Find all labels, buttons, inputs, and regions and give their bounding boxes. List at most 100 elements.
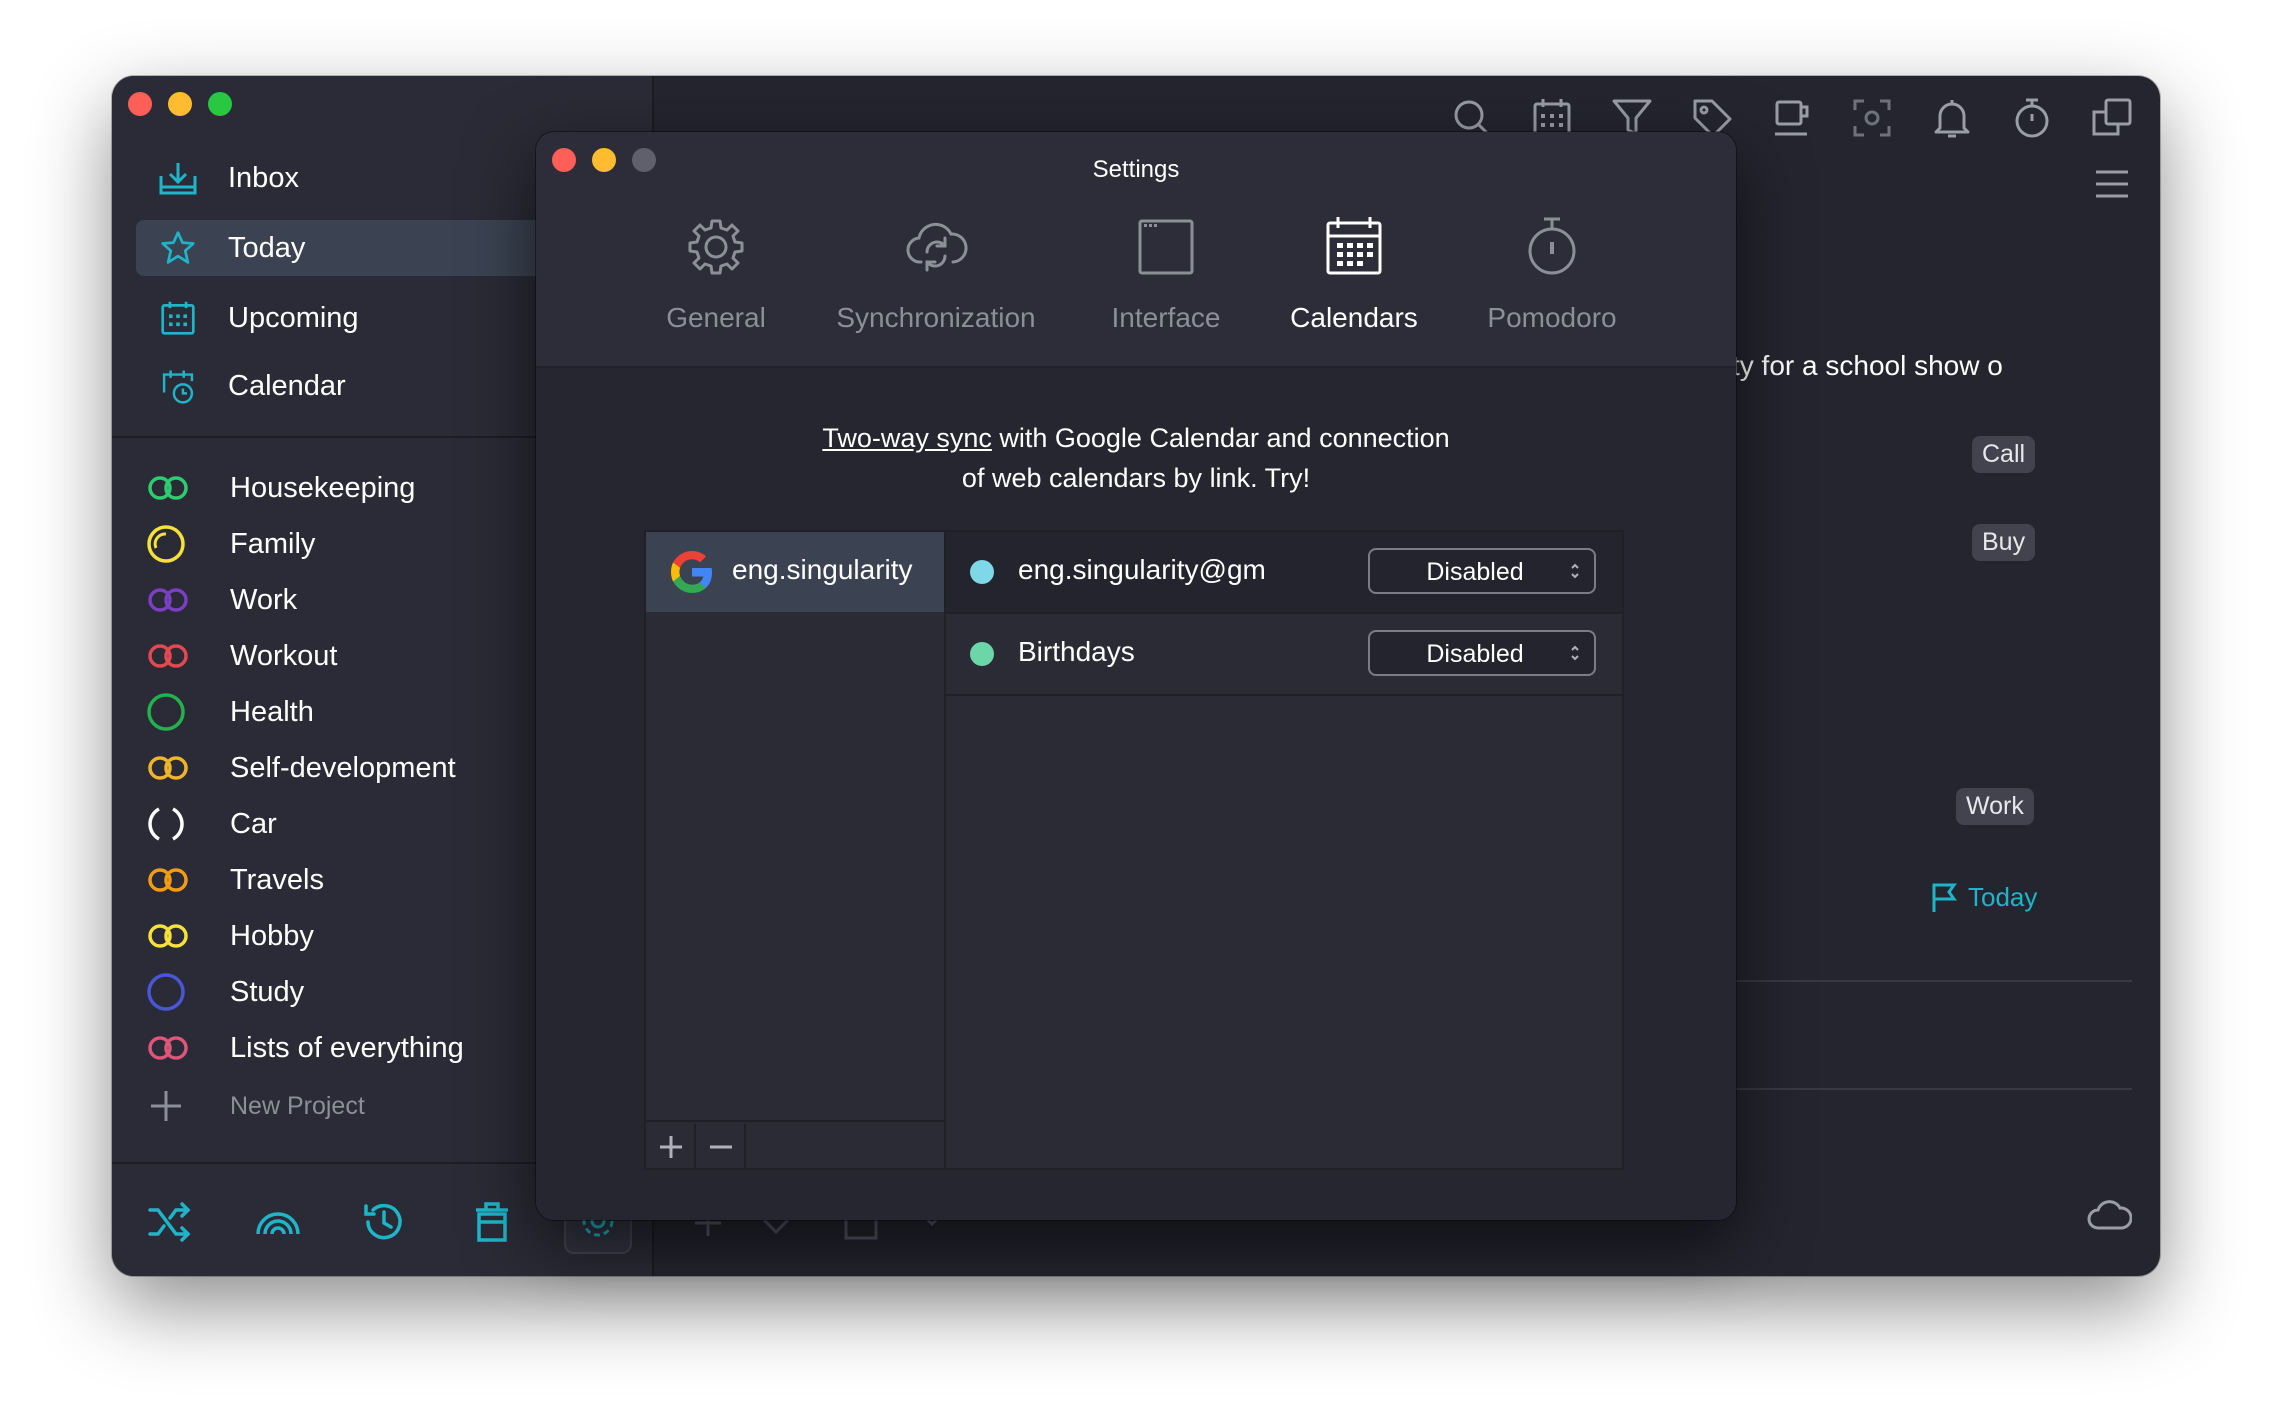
project-label: Family: [230, 528, 316, 560]
double-ring-icon: [148, 868, 188, 892]
tab-pomodoro[interactable]: Pomodoro: [1464, 214, 1640, 364]
google-icon: [671, 551, 712, 593]
window-icon: [1138, 219, 1194, 275]
tab-label: Calendars: [1290, 302, 1418, 333]
accounts-list: eng.singularity: [644, 530, 946, 1170]
calendar-grid-icon: [161, 301, 195, 335]
flag-icon: [1932, 883, 1957, 912]
focus-icon[interactable]: [1850, 96, 1894, 140]
tag-work[interactable]: Work: [1956, 788, 2034, 825]
tab-interface[interactable]: Interface: [1086, 214, 1246, 364]
task-detail-text: ty for a school show o: [1732, 350, 2003, 381]
rainbow-icon[interactable]: [254, 1198, 302, 1246]
shuffle-icon[interactable]: [146, 1198, 194, 1246]
due-today-button[interactable]: Today: [1930, 878, 2150, 918]
project-label: Workout: [230, 640, 338, 672]
plus-icon: [660, 1136, 682, 1158]
double-ring-icon: [148, 924, 188, 948]
double-ring-icon: [148, 644, 188, 668]
coffee-icon[interactable]: [1770, 96, 1814, 140]
tab-label: Synchronization: [836, 302, 1036, 333]
duplicate-window-icon[interactable]: [2090, 96, 2134, 140]
gear-icon: [688, 219, 744, 275]
calendar-icon: [1326, 217, 1382, 275]
tag-call[interactable]: Call: [1972, 436, 2036, 473]
calendar-name: eng.singularity@gm: [1018, 554, 1266, 585]
dashed-circle-icon: [148, 807, 184, 841]
inbox-icon: [159, 163, 197, 195]
cloud-icon[interactable]: [2086, 1196, 2132, 1232]
calendar-row[interactable]: Birthdays Disabled: [946, 614, 1622, 696]
calendar-sync-select[interactable]: Disabled: [1368, 548, 1596, 594]
add-account-button[interactable]: [648, 1124, 694, 1168]
tab-general[interactable]: General: [646, 214, 786, 364]
select-value: Disabled: [1426, 640, 1524, 668]
cloud-sync-icon: [906, 222, 968, 272]
circle-icon: [147, 693, 185, 731]
tab-label: General: [666, 302, 766, 333]
calendar-name: Birthdays: [1018, 636, 1135, 667]
circle-icon: [147, 973, 185, 1011]
double-ring-icon: [148, 1036, 188, 1060]
project-label: Health: [230, 696, 314, 728]
progress-circle-icon: [147, 525, 185, 563]
account-label: eng.singularity: [732, 554, 913, 585]
due-today-label: Today: [1968, 882, 2038, 912]
zoom-window-button[interactable]: [208, 92, 232, 116]
tag-buy[interactable]: Buy: [1972, 524, 2036, 561]
stopwatch-icon: [1528, 217, 1576, 275]
history-icon[interactable]: [360, 1198, 408, 1246]
updown-chevron-icon: [1571, 645, 1579, 661]
nav-label: Today: [228, 232, 306, 264]
calendars-intro: Two-way sync with Google Calendar and co…: [536, 418, 1736, 498]
tab-label: Pomodoro: [1487, 302, 1617, 333]
divider: [1732, 980, 2132, 982]
star-icon: [161, 231, 195, 264]
new-project-label: New Project: [230, 1092, 365, 1120]
minimize-window-button[interactable]: [168, 92, 192, 116]
calendar-sync-select[interactable]: Disabled: [1368, 630, 1596, 676]
select-value: Disabled: [1426, 558, 1524, 586]
project-label: Housekeeping: [230, 472, 416, 504]
project-label: Hobby: [230, 920, 314, 952]
menu-icon[interactable]: [2090, 162, 2134, 206]
calendar-clock-icon: [162, 370, 194, 404]
tab-calendars[interactable]: Calendars: [1272, 214, 1436, 364]
account-item[interactable]: eng.singularity: [646, 532, 944, 612]
double-ring-icon: [148, 588, 188, 612]
updown-chevron-icon: [1571, 563, 1579, 579]
project-label: Work: [230, 584, 298, 616]
plus-icon: [151, 1091, 181, 1121]
button-separator: [744, 1124, 746, 1168]
project-label: Self-development: [230, 752, 456, 784]
project-label: Car: [230, 808, 277, 840]
calendar-row[interactable]: eng.singularity@gm Disabled: [946, 532, 1622, 614]
divider: [1732, 1088, 2132, 1090]
settings-title: Settings: [1092, 156, 1180, 183]
stopwatch-icon[interactable]: [2010, 96, 2054, 140]
button-separator: [694, 1124, 696, 1168]
tab-label: Interface: [1111, 302, 1221, 333]
remove-account-button[interactable]: [698, 1124, 744, 1168]
minus-icon: [710, 1145, 732, 1149]
intro-text: with Google Calendar and connection: [991, 423, 1450, 453]
double-ring-icon: [148, 476, 188, 500]
intro-text: of web calendars by link. Try!: [961, 463, 1311, 493]
trash-icon[interactable]: [468, 1198, 516, 1246]
account-list-footer-divider: [646, 1120, 944, 1122]
calendars-list: eng.singularity@gm Disabled Birthdays Di…: [944, 530, 1624, 1170]
tab-synchronization[interactable]: Synchronization: [826, 214, 1046, 364]
nav-label: Upcoming: [228, 302, 359, 334]
close-window-button[interactable]: [128, 92, 152, 116]
double-ring-icon: [148, 756, 188, 780]
settings-dialog: Settings General Synchronization Interfa…: [536, 132, 1736, 1220]
nav-label: Inbox: [228, 162, 299, 194]
calendar-color-dot: [970, 642, 994, 666]
nav-label: Calendar: [228, 370, 346, 402]
two-way-sync-link[interactable]: Two-way sync: [822, 423, 992, 453]
project-label: Study: [230, 976, 305, 1008]
project-label: Travels: [230, 864, 324, 896]
bell-icon[interactable]: [1930, 96, 1974, 140]
calendar-color-dot: [970, 560, 994, 584]
project-label: Lists of everything: [230, 1032, 464, 1064]
